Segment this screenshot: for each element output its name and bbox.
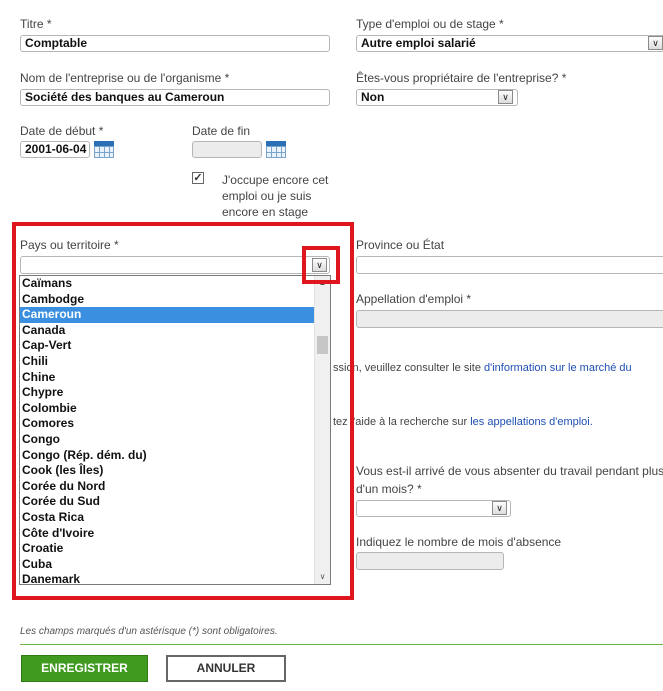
absence-chevron-down-icon[interactable]: ∨ (492, 501, 507, 515)
start-date-input[interactable]: 2001-06-04 (20, 141, 90, 158)
company-input[interactable]: Société des banques au Cameroun (20, 89, 330, 106)
start-date-label: Date de début * (20, 124, 104, 138)
footer-divider (20, 644, 663, 645)
owner-select[interactable]: Non (356, 89, 518, 106)
job-name-label: Appellation d'emploi * (356, 292, 472, 306)
title-label: Titre * (20, 17, 52, 31)
owner-label: Êtes-vous propriétaire de l'entreprise? … (356, 71, 567, 85)
cancel-button[interactable]: ANNULER (166, 655, 286, 682)
absence-select[interactable] (356, 500, 511, 517)
dropdown-button-highlight (302, 246, 340, 284)
absence-months-input[interactable] (356, 552, 504, 570)
save-button[interactable]: ENREGISTRER (21, 655, 148, 682)
labour-market-info-text: ssion, veuillez consulter le site (333, 362, 485, 374)
owner-chevron-down-icon[interactable]: ∨ (498, 90, 513, 104)
job-name-input[interactable] (356, 310, 663, 328)
end-date-label: Date de fin (192, 124, 251, 138)
province-input[interactable] (356, 256, 663, 274)
job-names-link[interactable]: les appellations d'emploi. (470, 416, 593, 428)
job-type-select[interactable]: Autre emploi salarié (356, 35, 663, 52)
province-label: Province ou État (356, 238, 445, 252)
company-label: Nom de l'entreprise ou de l'organisme * (20, 71, 230, 85)
job-type-label: Type d'emploi ou de stage * (356, 17, 504, 31)
calendar-icon[interactable] (266, 141, 286, 158)
end-date-input[interactable] (192, 141, 262, 158)
current-job-label: J'occupe encore cet emploi ou je suis en… (222, 173, 329, 219)
labour-market-link[interactable]: d'information sur le marché du (484, 362, 632, 374)
job-type-value: Autre emploi salarié (361, 36, 476, 50)
absence-label: Vous est-il arrivé de vous absenter du t… (356, 464, 663, 496)
calendar-icon[interactable] (94, 141, 114, 158)
absence-months-label: Indiquez le nombre de mois d'absence (356, 535, 562, 549)
owner-value: Non (361, 90, 385, 104)
labour-market-info: ssion, veuillez consulter le site d'info… (333, 362, 632, 374)
required-note: Les champs marqués d'un astérisque (*) s… (20, 626, 278, 637)
job-name-help: tez l'aide à la recherche sur les appell… (333, 416, 593, 428)
current-job-checkbox[interactable]: ✓ (192, 172, 204, 184)
job-type-chevron-down-icon[interactable]: ∨ (648, 36, 663, 50)
title-input[interactable]: Comptable (20, 35, 330, 52)
